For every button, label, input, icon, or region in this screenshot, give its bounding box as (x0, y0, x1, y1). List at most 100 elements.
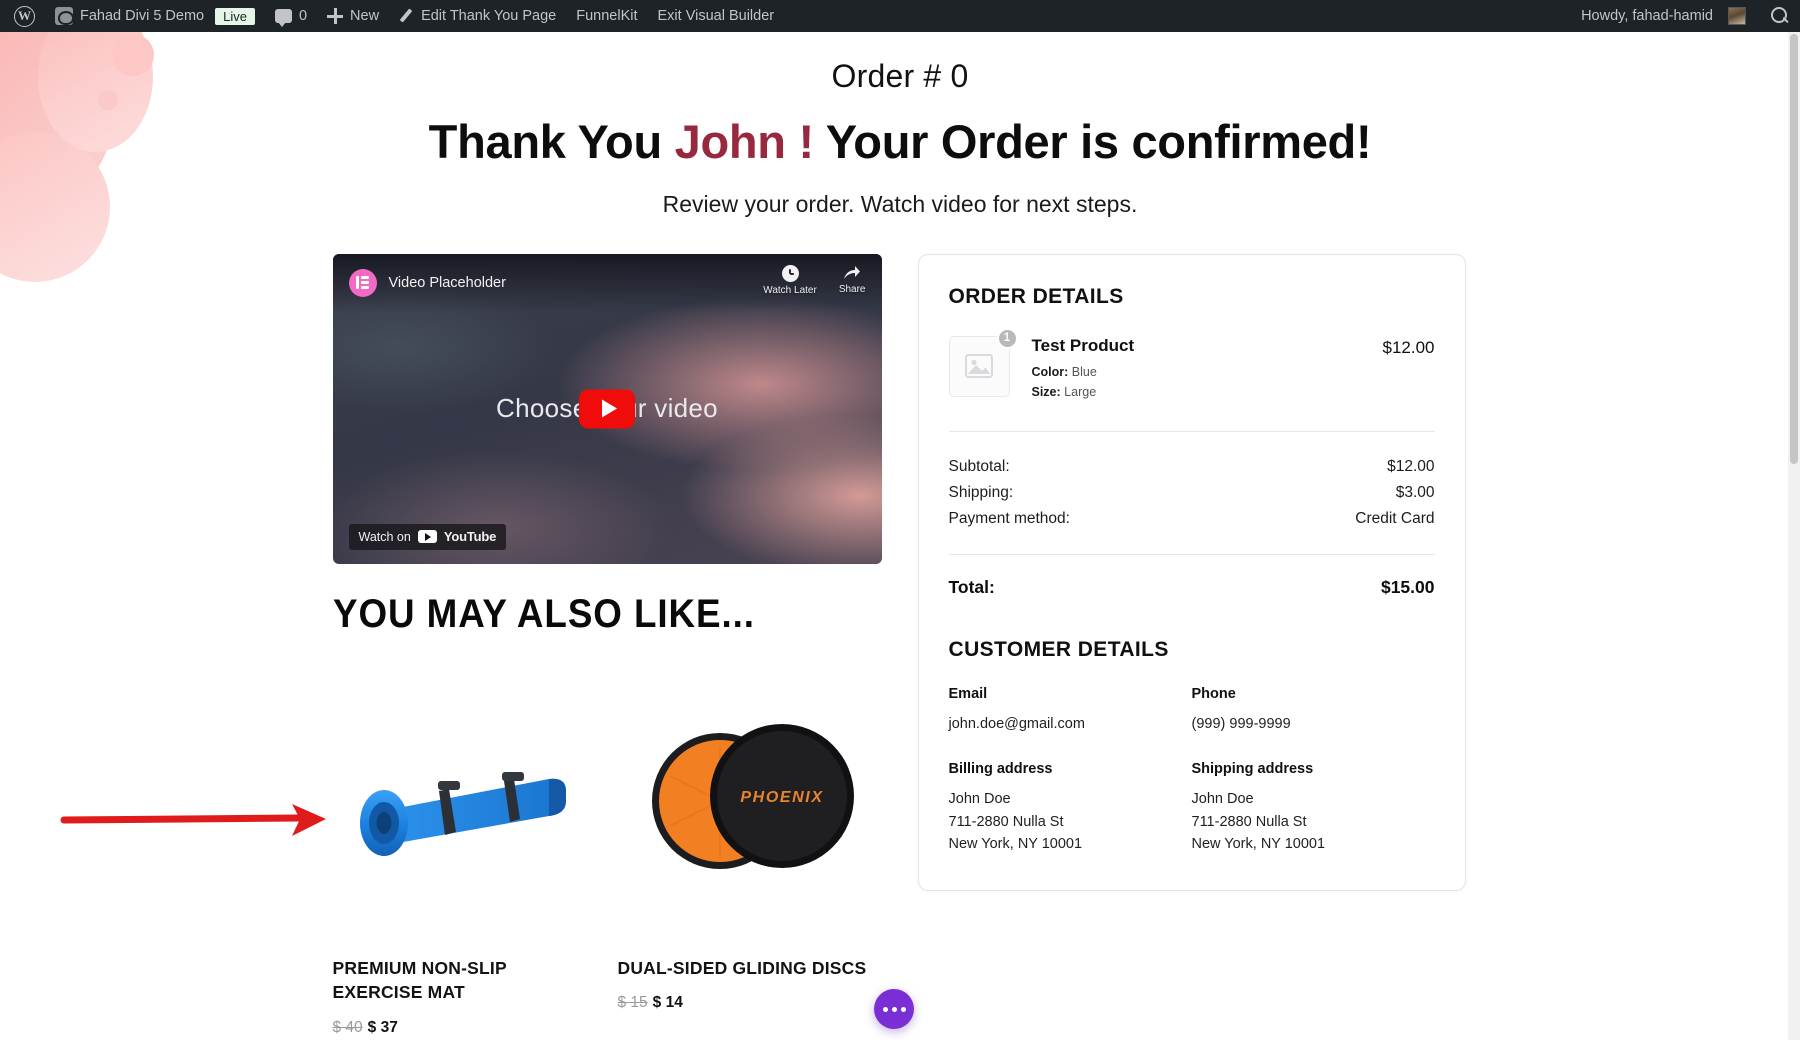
total-value: $12.00 (1387, 457, 1435, 475)
site-name-label: Fahad Divi 5 Demo (80, 8, 205, 24)
image-placeholder-icon (965, 354, 993, 379)
billing-address-label: Billing address (948, 761, 1053, 778)
item-attribute: Color: Blue (1032, 362, 1135, 383)
scrollbar-thumb[interactable] (1790, 34, 1798, 464)
grand-total-row: Total: $15.00 (949, 577, 1435, 598)
contact-grid: Email john.doe@gmail.com Phone (999) 999… (949, 686, 1435, 735)
plus-icon (327, 8, 344, 24)
product-price: $ 15 $ 14 (618, 994, 881, 1012)
product-old-price: $ 40 (332, 1019, 363, 1037)
product-old-price: $ 15 (617, 994, 648, 1012)
page-title: Thank You John ! Your Order is confirmed… (0, 114, 1800, 169)
order-totals: Subtotal: $12.00 Shipping: $3.00 Payment… (949, 454, 1435, 532)
customer-details-heading: CUSTOMER DETAILS (948, 637, 1169, 661)
site-globe-icon (55, 7, 74, 25)
shipping-address-value: John Doe 711-2880 Nulla St New York, NY … (1191, 791, 1326, 853)
watch-on-label: Watch on (358, 529, 411, 544)
attribute-value: Blue (1071, 364, 1097, 379)
thankyou-suffix: Your Order is confirmed! (813, 114, 1372, 168)
funnelkit-menu[interactable]: FunnelKit (566, 0, 647, 32)
wordpress-logo-button[interactable] (4, 0, 45, 32)
upsell-heading: YOU MAY ALSO LIKE... (332, 591, 755, 636)
live-badge: Live (215, 7, 255, 25)
page-canvas: Order # 0 Thank You John ! Your Order is… (0, 32, 1800, 1040)
right-column: ORDER DETAILS 1 Test Product Color: Blue… (917, 253, 1466, 891)
order-number: Order # 0 (831, 58, 969, 94)
product-card[interactable]: PHOENIX DUAL-SIDED GLIDING DISCS $ 15 $ 1… (617, 679, 881, 1038)
new-label: New (350, 8, 380, 24)
item-name: Test Product (1031, 335, 1135, 355)
edit-page-label: Edit Thank You Page (421, 8, 557, 24)
new-content-button[interactable]: New (317, 0, 389, 32)
shipping-address-label: Shipping address (1191, 761, 1314, 778)
page-subheading: Review your order. Watch video for next … (662, 190, 1138, 217)
page-scrollbar[interactable] (1788, 32, 1800, 1040)
attribute-label: Size: (1031, 385, 1061, 400)
total-value: $3.00 (1395, 483, 1435, 501)
left-column: Video Placeholder Watch Later Share Choo… (332, 253, 882, 1038)
product-name: DUAL-SIDED GLIDING DISCS (617, 957, 867, 978)
avatar (1728, 7, 1746, 25)
order-item-row: 1 Test Product Color: Blue Size: Large $… (948, 327, 1435, 403)
product-new-price: $ 14 (652, 994, 683, 1012)
total-label: Payment method: (948, 509, 1070, 527)
comments-button[interactable]: 0 (265, 0, 317, 32)
youtube-brand-label: YouTube (443, 529, 497, 545)
item-quantity-badge: 1 (996, 327, 1018, 349)
elementor-dots-icon[interactable] (874, 989, 914, 1029)
product-card[interactable]: PREMIUM NON-SLIP EXERCISE MAT $ 40 $ 37 (332, 679, 596, 1038)
item-price: $12.00 (1382, 337, 1435, 357)
howdy-label: Howdy, fahad-hamid (1581, 8, 1713, 24)
comment-count: 0 (298, 8, 308, 24)
email-label: Email (948, 685, 988, 702)
product-name: PREMIUM NON-SLIP EXERCISE MAT (332, 957, 507, 1003)
upsell-products: PREMIUM NON-SLIP EXERCISE MAT $ 40$ 37 (332, 679, 882, 1038)
main-content: Video Placeholder Watch Later Share Choo… (332, 253, 1468, 1038)
wordpress-logo-icon (14, 5, 35, 27)
red-arrow-right-icon (60, 800, 335, 845)
pencil-icon (399, 9, 414, 24)
exit-visual-builder-label: Exit Visual Builder (657, 8, 775, 24)
product-image: PHOENIX (617, 679, 881, 918)
youtube-logo-icon (417, 530, 437, 544)
customer-name: John ! (674, 114, 814, 168)
total-row: Shipping: $3.00 (949, 480, 1435, 506)
grand-total-label: Total: (948, 576, 995, 597)
exit-visual-builder-button[interactable]: Exit Visual Builder (648, 0, 785, 32)
video-player[interactable]: Video Placeholder Watch Later Share Choo… (332, 253, 882, 564)
comment-icon (274, 9, 292, 27)
attribute-label: Color: (1031, 364, 1069, 379)
total-row: Payment method: Credit Card (949, 506, 1435, 532)
product-new-price: $ 37 (367, 1019, 398, 1037)
item-attribute: Size: Large (1032, 382, 1135, 403)
svg-text:PHOENIX: PHOENIX (740, 789, 823, 806)
total-row: Subtotal: $12.00 (949, 454, 1435, 480)
site-name-button[interactable]: Fahad Divi 5 Demo Live (45, 0, 265, 32)
billing-address-value: John Doe 711-2880 Nulla St New York, NY … (948, 791, 1083, 853)
edit-page-button[interactable]: Edit Thank You Page (389, 0, 566, 32)
divider (948, 553, 1435, 555)
divider (948, 430, 1435, 432)
phone-value: (999) 999-9999 (1191, 715, 1291, 732)
total-label: Subtotal: (948, 457, 1010, 475)
order-details-heading: ORDER DETAILS (948, 284, 1124, 308)
funnelkit-label: FunnelKit (576, 8, 638, 24)
video-center: Choose your video (333, 254, 882, 564)
thankyou-prefix: Thank You (428, 114, 675, 168)
grand-total-value: $15.00 (1380, 576, 1435, 597)
youtube-play-icon[interactable] (579, 389, 635, 429)
order-summary-card: ORDER DETAILS 1 Test Product Color: Blue… (917, 253, 1466, 891)
attribute-value: Large (1064, 385, 1097, 400)
item-attributes: Color: Blue Size: Large (1032, 362, 1135, 403)
phone-label: Phone (1191, 685, 1236, 702)
email-value: john.doe@gmail.com (948, 715, 1085, 732)
watch-on-youtube-button[interactable]: Watch on YouTube (348, 523, 507, 550)
address-grid: Billing address John Doe 711-2880 Nulla … (949, 761, 1435, 855)
hero-section: Order # 0 Thank You John ! Your Order is… (0, 32, 1800, 218)
total-value: Credit Card (1355, 509, 1435, 527)
wp-admin-bar: Fahad Divi 5 Demo Live 0 New Edit Thank … (0, 0, 1800, 32)
search-icon[interactable] (1770, 6, 1790, 26)
total-label: Shipping: (948, 483, 1014, 501)
product-price: $ 40 $ 37 (333, 1019, 596, 1037)
account-menu[interactable]: Howdy, fahad-hamid (1571, 0, 1756, 32)
